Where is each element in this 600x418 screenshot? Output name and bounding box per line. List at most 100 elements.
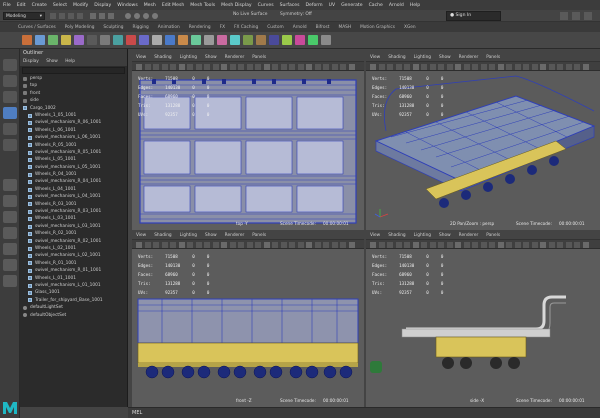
viewport-menu-show[interactable]: Show [439,233,451,238]
outliner-item[interactable]: Cargo_1002 [20,105,127,112]
shelf-tool-icon[interactable] [256,35,266,45]
viewport-menu-shading[interactable]: Shading [388,233,405,238]
outliner-item[interactable]: Wheels_L_05_1001 [20,156,127,163]
menu-edit-mesh[interactable]: Edit Mesh [162,3,184,8]
viewport-tool-icon[interactable] [204,241,210,248]
viewport-tool-icon[interactable] [574,241,580,248]
outliner-item[interactable]: Wheels_R_05_1001 [20,142,127,149]
viewport-tool-icon[interactable] [557,63,563,70]
outliner-item[interactable]: Wheels_R_03_1001 [20,201,127,208]
outliner-menu-show[interactable]: Show [46,59,58,64]
viewport-menu-panels[interactable]: Panels [252,55,266,60]
outliner-layout-icon[interactable] [3,227,17,239]
viewport-tool-icon[interactable] [263,241,270,248]
menu-select[interactable]: Select [53,3,67,8]
viewport-tool-icon[interactable] [221,63,227,70]
viewport-tool-icon[interactable] [289,63,295,70]
viewport-menu-lighting[interactable]: Lighting [180,233,197,238]
symmetry-field[interactable]: Symmetry: Off [280,12,312,17]
viewport-tool-icon[interactable] [297,241,304,248]
viewport-tool-icon[interactable] [540,241,546,248]
viewport-menu-panels[interactable]: Panels [252,233,266,238]
viewport-tool-icon[interactable] [178,241,185,248]
outliner-item[interactable]: side [20,97,127,104]
viewport-tool-icon[interactable] [306,63,312,70]
viewport-menu-renderer[interactable]: Renderer [225,55,245,60]
shelf-tool-icon[interactable] [282,35,292,45]
viewport-tool-icon[interactable] [212,63,219,70]
viewport-tool-icon[interactable] [565,63,572,70]
menu-uv[interactable]: UV [329,3,336,8]
viewport-tool-icon[interactable] [144,63,151,70]
viewport-menu-shading[interactable]: Shading [154,55,171,60]
viewport-tool-icon[interactable] [565,241,572,248]
viewport-tool-icon[interactable] [531,63,538,70]
graph-layout-icon[interactable] [3,243,17,255]
outliner-item[interactable]: defaultLightSet [20,304,127,311]
viewport-tool-icon[interactable] [582,63,589,70]
viewport-tool-icon[interactable] [238,241,244,248]
viewport-tool-icon[interactable] [438,241,444,248]
viewport-menu-renderer[interactable]: Renderer [459,233,479,238]
viewport-tool-icon[interactable] [161,63,168,70]
shelf-tab-mash[interactable]: MASH [338,25,351,30]
select-component-icon[interactable] [108,13,114,19]
menu-edit[interactable]: Edit [17,3,26,8]
viewport-tool-icon[interactable] [246,63,253,70]
sign-in-button[interactable]: ● Sign In [446,11,501,21]
viewport-tool-icon[interactable] [238,63,244,70]
viewport-tool-icon[interactable] [204,63,210,70]
scale-tool-icon[interactable] [3,139,17,151]
viewport-tool-icon[interactable] [331,241,338,248]
viewport-tool-icon[interactable] [136,63,142,70]
viewport-tool-icon[interactable] [306,241,312,248]
menu-surfaces[interactable]: Surfaces [280,3,300,8]
shelf-tool-icon[interactable] [178,35,188,45]
live-surface-field[interactable]: No Live Surface [233,12,267,17]
folder-icon[interactable] [50,13,56,19]
viewport-menu-shading[interactable]: Shading [154,233,171,238]
viewport-tool-icon[interactable] [506,241,512,248]
viewport-tool-icon[interactable] [421,241,427,248]
outliner-item[interactable]: top [20,82,127,89]
shelf-tab-curves-surfaces[interactable]: Curves / Surfaces [18,25,56,30]
viewport-tool-icon[interactable] [289,241,295,248]
viewport-tool-icon[interactable] [272,241,278,248]
outliner-item[interactable]: Wheels_R_01_1001 [20,260,127,267]
viewport-tool-icon[interactable] [314,241,321,248]
outliner-item[interactable]: Wheels_L_03_1001 [20,215,127,222]
viewport-tool-icon[interactable] [187,63,193,70]
viewport-tool-icon[interactable] [395,63,402,70]
viewport-tool-icon[interactable] [348,241,355,248]
shelf-tool-icon[interactable] [139,35,149,45]
viewport-tool-icon[interactable] [195,241,202,248]
snap-point-icon[interactable] [143,13,149,19]
shelf-tool-icon[interactable] [100,35,110,45]
save-icon[interactable] [59,13,65,19]
outliner-item[interactable]: Wheels_1_05_1001 [20,112,127,119]
menu-file[interactable]: File [3,3,11,8]
outliner-item[interactable]: front [20,90,127,97]
viewport-tool-icon[interactable] [421,63,427,70]
outliner-item[interactable]: swivel_mechanism_L_02_1001 [20,252,127,259]
viewport-tool-icon[interactable] [472,63,478,70]
viewport-tool-icon[interactable] [497,241,504,248]
viewport-menu-show[interactable]: Show [439,55,451,60]
side-by-side-layout-icon[interactable] [3,211,17,223]
shelf-tab-rigging[interactable]: Rigging [133,25,149,30]
viewport-tool-icon[interactable] [455,241,461,248]
viewport-tool-icon[interactable] [463,63,470,70]
outliner-item[interactable]: Wheels_L_06_1001 [20,127,127,134]
outliner-item[interactable]: swivel_mechanism_L_03_1001 [20,223,127,230]
viewport-tool-icon[interactable] [323,241,329,248]
viewport-tool-icon[interactable] [574,63,580,70]
menu-display[interactable]: Display [94,3,111,8]
outliner-item[interactable]: swivel_mechanism_R_05_1001 [20,149,127,156]
viewport-tool-icon[interactable] [429,63,436,70]
snap-curve-icon[interactable] [134,13,140,19]
viewport-tool-icon[interactable] [378,63,385,70]
shelf-tool-icon[interactable] [321,35,331,45]
menu-help[interactable]: Help [410,3,420,8]
outliner-item[interactable]: Glass_1001 [20,289,127,296]
viewport-tool-icon[interactable] [472,241,478,248]
